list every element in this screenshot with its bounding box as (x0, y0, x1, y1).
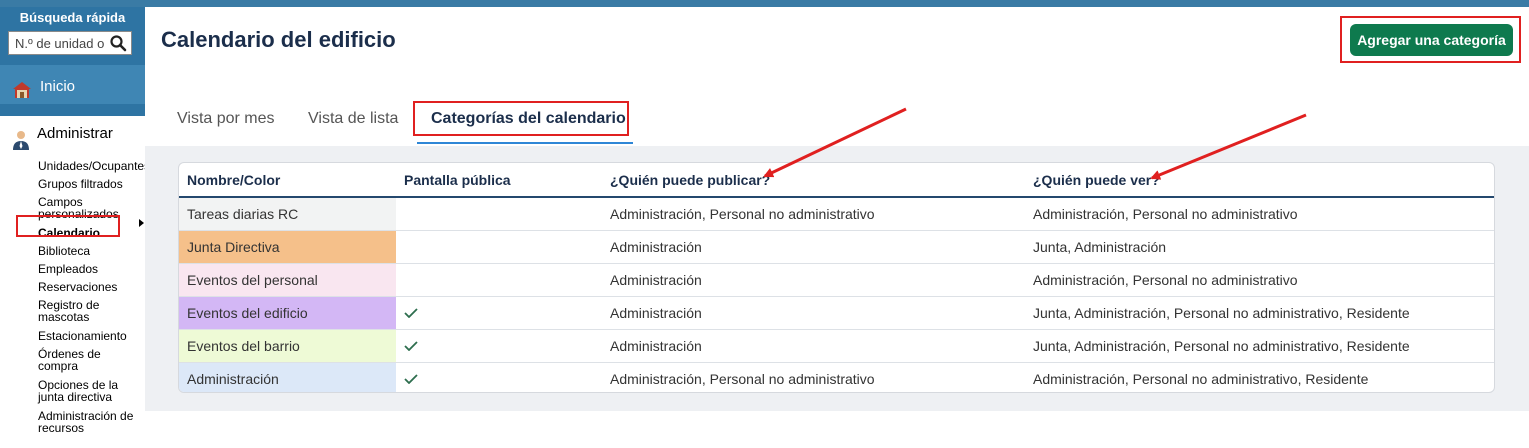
caret-right-icon (139, 219, 144, 227)
public-screen-cell (396, 329, 602, 363)
sidebar-item-filtered-groups[interactable]: Grupos filtrados (38, 178, 150, 190)
sidebar-item-units[interactable]: Unidades/Ocupantes (38, 160, 150, 172)
search-icon[interactable] (109, 34, 127, 52)
table-row[interactable]: Eventos del barrio Administración Junta, A… (179, 329, 1494, 363)
tab-month-view[interactable]: Vista por mes (177, 110, 275, 128)
who-can-post-cell: Administración (602, 263, 1025, 297)
user-icon (13, 131, 29, 150)
category-name-cell: Eventos del edificio (179, 296, 396, 330)
nav-separator (0, 104, 145, 116)
quick-search-box (8, 31, 132, 55)
category-name-cell: Administración (179, 362, 396, 392)
annotation-box-add-button (1340, 16, 1521, 63)
who-can-view-cell: Administración, Personal no administrati… (1025, 263, 1494, 297)
house-icon (13, 82, 31, 98)
sidebar-item-employees[interactable]: Empleados (38, 263, 150, 275)
sidebar-item-library[interactable]: Biblioteca (38, 245, 150, 257)
public-screen-cell (396, 296, 602, 330)
annotation-box-calendar (16, 215, 120, 237)
check-icon (404, 374, 418, 384)
category-name-cell: Junta Directiva (179, 230, 396, 264)
category-name-cell: Eventos del personal (179, 263, 396, 297)
who-can-view-cell: Administración, Personal no administrati… (1025, 197, 1494, 231)
sidebar-item-reservations[interactable]: Reservaciones (38, 281, 150, 293)
annotation-box-categories-tab (413, 101, 629, 136)
who-can-view-cell: Junta, Administración (1025, 230, 1494, 264)
header-name-color: Nombre/Color (179, 163, 396, 198)
who-can-post-cell: Administración, Personal no administrati… (602, 197, 1025, 231)
who-can-post-cell: Administración (602, 230, 1025, 264)
who-can-view-cell: Junta, Administración, Personal no admin… (1025, 329, 1494, 363)
top-bar (0, 0, 1529, 7)
sidebar-item-purchase-orders[interactable]: Órdenes de compra (38, 348, 118, 372)
sidebar-item-resource-admin[interactable]: Administración de recursos (38, 410, 142, 434)
page-title: Calendario del edificio (161, 27, 396, 52)
who-can-post-cell: Administración (602, 296, 1025, 330)
category-name-cell: Eventos del barrio (179, 329, 396, 363)
public-screen-cell (396, 230, 602, 264)
quick-search-input[interactable] (9, 32, 115, 54)
header-who-can-post: ¿Quién puede publicar? (602, 163, 1025, 198)
who-can-post-cell: Administración (602, 329, 1025, 363)
nav-home[interactable]: Inicio (0, 65, 145, 104)
who-can-post-cell: Administración, Personal no administrati… (610, 371, 875, 387)
nav-home-label: Inicio (40, 78, 76, 95)
header-who-can-view: ¿Quién puede ver? (1025, 163, 1494, 198)
table-row[interactable]: Tareas diarias RC Administración, Persona… (179, 197, 1494, 231)
table-row[interactable]: Administración Administración, Personal n… (179, 362, 1494, 393)
sidebar-item-parking[interactable]: Estacionamiento (38, 330, 150, 342)
categories-table: Nombre/Color Pantalla pública ¿Quién pue… (179, 163, 1494, 393)
sidebar-item-pet-registry[interactable]: Registro de mascotas (38, 299, 118, 323)
quick-search-title: Búsqueda rápida (19, 10, 126, 25)
tab-list-view[interactable]: Vista de lista (308, 110, 398, 128)
table-header-row: Nombre/Color Pantalla pública ¿Quién pue… (179, 163, 1494, 198)
admin-section: Administrar Unidades/Ocupantes Grupos fi… (0, 116, 150, 448)
active-tab-indicator (417, 142, 633, 144)
table-row[interactable]: Eventos del personal Administración Admini… (179, 263, 1494, 297)
table-row[interactable]: Eventos del edificio Administración Junta,… (179, 296, 1494, 330)
categories-table-card: Nombre/Color Pantalla pública ¿Quién pue… (178, 162, 1495, 393)
check-icon (404, 308, 418, 318)
category-name-cell: Tareas diarias RC (179, 197, 396, 231)
table-row[interactable]: Junta Directiva Administración Junta, Admi… (179, 230, 1494, 264)
tab-bar: Vista por mes Vista de lista Categorías … (161, 98, 1529, 144)
check-icon (404, 341, 418, 351)
quick-search-panel: Búsqueda rápida (0, 7, 145, 65)
who-can-view-cell: Administración, Personal no administrati… (1033, 371, 1369, 387)
public-screen-cell (396, 197, 602, 231)
who-can-view-cell: Junta, Administración, Personal no admin… (1025, 296, 1494, 330)
nav-admin-label: Administrar (37, 125, 113, 142)
header-public-screen: Pantalla pública (396, 163, 602, 198)
sidebar-item-board-options[interactable]: Opciones de la junta directiva (38, 379, 128, 403)
public-screen-cell (396, 363, 602, 393)
public-screen-cell (396, 263, 602, 297)
